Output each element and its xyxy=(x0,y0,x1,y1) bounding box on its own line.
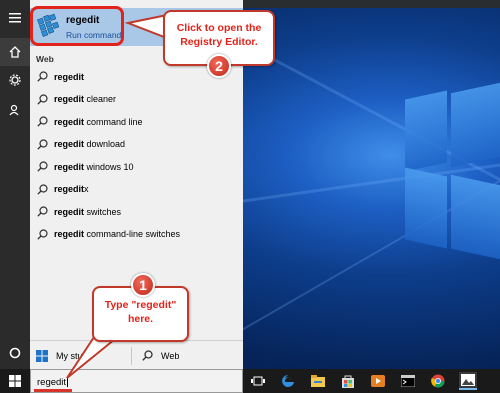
callout-type-line2: here. xyxy=(127,312,154,325)
best-match-highlight-outline xyxy=(30,6,124,46)
web-result-label: regedit download xyxy=(54,139,126,149)
web-result-item[interactable]: regedit download xyxy=(30,134,243,155)
web-section-heading: Web xyxy=(36,54,54,64)
web-result-label: regedit windows 10 xyxy=(54,161,134,172)
web-result-label: regedit xyxy=(54,71,85,82)
search-icon xyxy=(36,138,48,150)
edge-browser-icon[interactable] xyxy=(279,372,297,390)
search-icon xyxy=(36,93,48,105)
search-icon xyxy=(36,183,48,195)
taskbar-search-box[interactable]: regedit xyxy=(30,369,243,393)
search-input-value: regedit xyxy=(37,377,67,388)
start-left-rail xyxy=(0,0,30,369)
start-button[interactable] xyxy=(0,369,30,393)
photos-app-icon[interactable] xyxy=(459,372,477,390)
web-result-label: regedit command line xyxy=(54,116,143,127)
web-result-label: regeditx xyxy=(54,184,89,194)
callout-open-line1: Click to open the xyxy=(176,22,262,34)
search-icon xyxy=(36,161,48,173)
step-1-badge: 1 xyxy=(131,273,155,297)
web-result-item[interactable]: regeditx xyxy=(30,179,243,200)
search-input[interactable]: regedit xyxy=(37,376,69,388)
search-icon xyxy=(36,116,48,128)
web-result-label: regedit command-line switches xyxy=(54,229,181,239)
command-prompt-icon[interactable] xyxy=(399,372,417,390)
web-result-item[interactable]: regedit command line xyxy=(30,111,243,132)
cortana-circle-icon[interactable] xyxy=(0,339,30,367)
web-result-item[interactable]: regedit command-line switches xyxy=(30,224,243,245)
web-result-item[interactable]: regedit cleaner xyxy=(30,89,243,110)
web-result-item[interactable]: regedit windows 10 xyxy=(30,156,243,177)
search-filter-bar: My stuff Web xyxy=(30,340,243,369)
web-result-label: regedit cleaner xyxy=(54,94,117,104)
search-icon xyxy=(142,350,153,361)
web-filter-label: Web xyxy=(161,350,180,361)
my-stuff-button[interactable]: My stuff xyxy=(36,341,87,370)
my-stuff-label: My stuff xyxy=(56,350,88,361)
web-result-label: regedit switches xyxy=(54,206,122,217)
callout-type-line1: Type "regedit" xyxy=(104,299,177,311)
windows-start-icon xyxy=(9,375,21,387)
gear-icon[interactable] xyxy=(0,66,30,94)
web-result-item[interactable]: regedit switches xyxy=(30,201,243,222)
windows-logo-icon xyxy=(36,349,48,362)
search-icon xyxy=(36,71,48,83)
file-explorer-icon[interactable] xyxy=(309,372,327,390)
store-icon[interactable] xyxy=(339,372,357,390)
callout-open-line2: Registry Editor. xyxy=(180,35,258,48)
taskbar: regedit xyxy=(0,369,500,393)
media-player-icon[interactable] xyxy=(369,372,387,390)
step-2-badge: 2 xyxy=(207,54,231,78)
chrome-browser-icon[interactable] xyxy=(429,372,447,390)
search-text-underline xyxy=(34,389,72,392)
feedback-icon[interactable] xyxy=(0,96,30,124)
filter-divider xyxy=(131,347,132,365)
task-view-icon[interactable] xyxy=(249,372,267,390)
web-filter-button[interactable]: Web xyxy=(142,341,179,370)
hamburger-menu-icon[interactable] xyxy=(0,4,30,32)
search-icon xyxy=(36,228,48,240)
search-icon xyxy=(36,206,48,218)
home-icon[interactable] xyxy=(0,38,30,66)
